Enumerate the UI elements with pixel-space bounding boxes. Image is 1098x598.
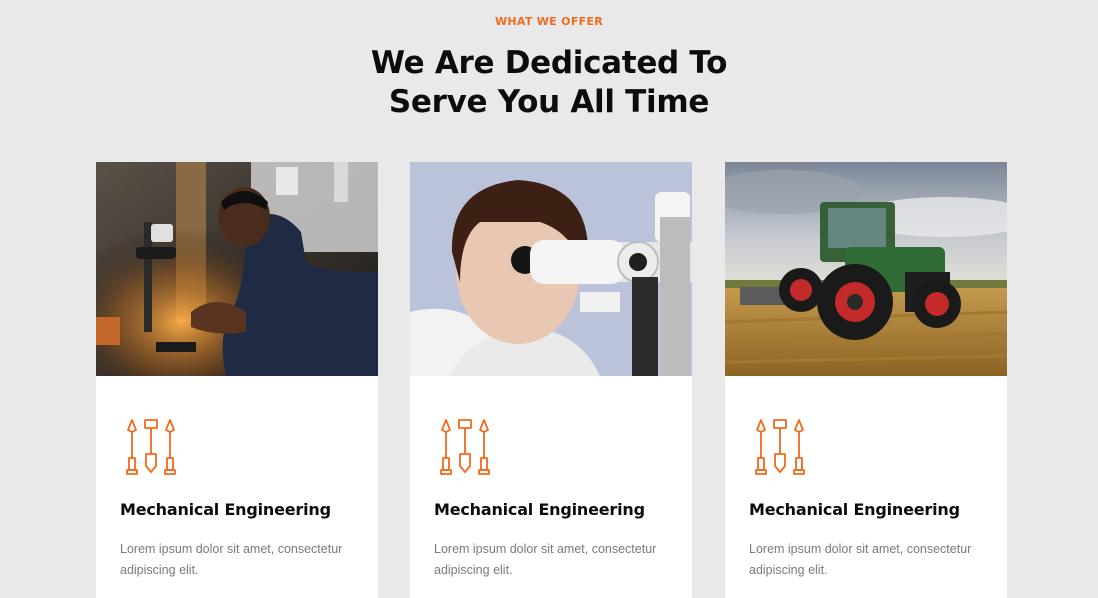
- card-title[interactable]: Mechanical Engineering: [434, 500, 645, 519]
- service-card[interactable]: Mechanical Engineering Lorem ipsum dolor…: [410, 162, 692, 598]
- tractor-field-photo: [725, 162, 1007, 376]
- card-title[interactable]: Mechanical Engineering: [749, 500, 960, 519]
- services-section: WHAT WE OFFER We Are Dedicated To Serve …: [0, 0, 1098, 598]
- section-title-line1: We Are Dedicated To: [370, 45, 728, 81]
- section-title-line2: Serve You All Time: [388, 84, 710, 120]
- technician-soldering-photo: [96, 162, 378, 376]
- service-card[interactable]: Mechanical Engineering Lorem ipsum dolor…: [96, 162, 378, 598]
- section-title: We Are Dedicated To Serve You All Time: [0, 44, 1098, 122]
- tools-icon: [126, 419, 176, 475]
- section-eyebrow: WHAT WE OFFER: [494, 15, 604, 28]
- card-description: Lorem ipsum dolor sit amet, consectetur …: [749, 542, 972, 577]
- scientist-microscope-photo: [410, 162, 692, 376]
- tools-icon: [755, 419, 805, 475]
- tools-icon: [440, 419, 490, 475]
- service-card[interactable]: Mechanical Engineering Lorem ipsum dolor…: [725, 162, 1007, 598]
- card-description: Lorem ipsum dolor sit amet, consectetur …: [120, 542, 343, 577]
- card-description: Lorem ipsum dolor sit amet, consectetur …: [434, 542, 657, 577]
- card-title[interactable]: Mechanical Engineering: [120, 500, 331, 519]
